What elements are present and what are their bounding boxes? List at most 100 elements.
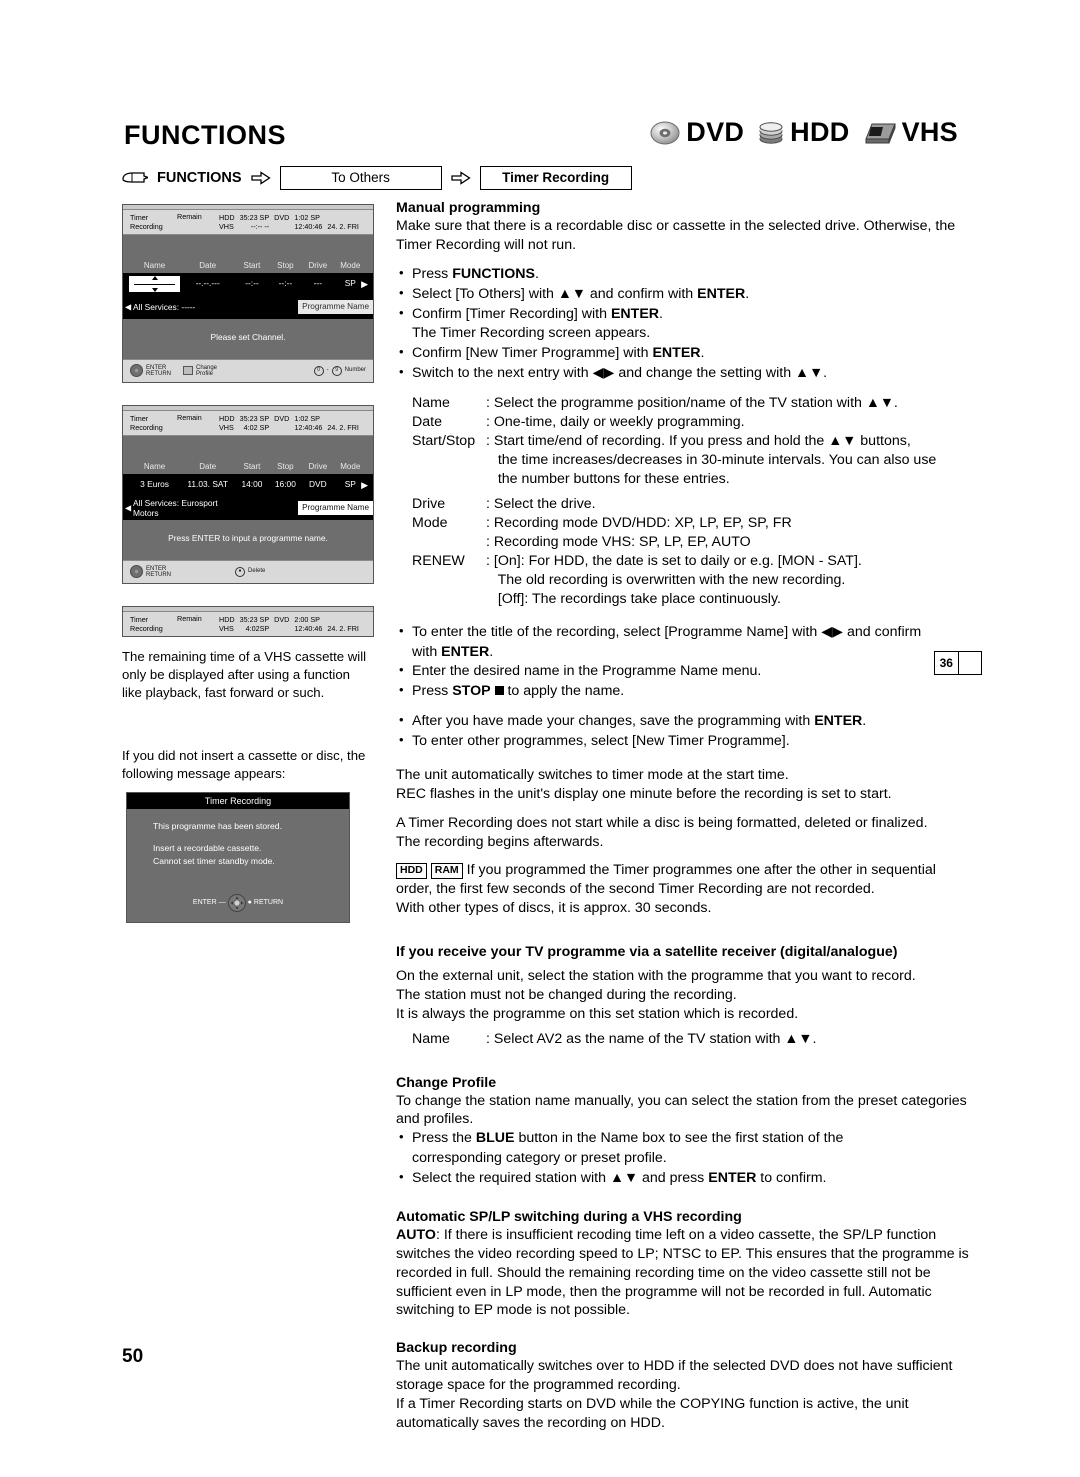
screen1-cell-date[interactable]: --.--.--- xyxy=(180,279,235,289)
row-next-caret-icon[interactable]: ▶ xyxy=(361,480,368,490)
list-item: Press FUNCTIONS. xyxy=(396,264,984,284)
screen1-footer-cp-2: Profile xyxy=(196,370,214,377)
table-row: Name : Select AV2 as the name of the TV … xyxy=(396,1030,816,1049)
timer-mode-line-2: REC flashes in the unit's display one mi… xyxy=(396,785,892,802)
heading-backup-recording: Backup recording xyxy=(396,1340,517,1357)
media-badge-hdd: HDD xyxy=(758,117,849,148)
screen1-name-stepper[interactable] xyxy=(129,276,181,293)
screen2-service-line2: Motors xyxy=(133,508,159,519)
satellite-line-1: On the external unit, select the station… xyxy=(396,968,916,984)
backup-line-1: The unit automatically switches over to … xyxy=(396,1358,953,1394)
satellite-def-value: : Select AV2 as the name of the TV stati… xyxy=(486,1030,817,1047)
breadcrumb-step-timer-recording[interactable]: Timer Recording xyxy=(479,166,632,190)
definition-key xyxy=(396,571,486,590)
definition-value: : Recording mode VHS: SP, LP, EP, AUTO xyxy=(486,534,751,551)
definition-key xyxy=(396,451,486,470)
manual-page: FUNCTIONS DVD HDD VHS FUNCTIONS To Other… xyxy=(0,0,1080,1477)
screen2-dvd-value: 1:02 SP xyxy=(294,413,320,423)
table-row: Name: Select the programme position/name… xyxy=(396,394,936,413)
tag-ram: RAM xyxy=(430,863,463,880)
screen2-col-start: Start xyxy=(243,461,261,471)
screen1-column-headers: Name Date Start Stop Drive Mode xyxy=(123,261,373,273)
definition-value: The old recording is overwritten with th… xyxy=(486,571,846,588)
screen2-cell-stop[interactable]: 16:00 xyxy=(269,480,302,490)
screen1-service-bar: ◀ All Services: ----- Programme Name xyxy=(123,295,373,320)
definition-key: Start/Stop xyxy=(412,432,476,449)
satellite-def-key: Name xyxy=(412,1030,450,1047)
definition-key xyxy=(396,590,486,609)
dialog-line-2: Insert a recordable cassette. xyxy=(153,842,262,853)
definition-value: : Select the programme position/name of … xyxy=(486,395,898,411)
table-row: [Off]: The recordings take place continu… xyxy=(396,590,936,609)
screen2-column-headers: Name Date Start Stop Drive Mode xyxy=(123,462,373,474)
satellite-definition-table: Name : Select AV2 as the name of the TV … xyxy=(396,1030,816,1049)
screen3-hdd-value: 35:23 SP xyxy=(239,614,270,624)
screen2-status-bar: Timer Recording Remain HDD VHS 35:23 SP … xyxy=(123,410,373,436)
screen1-cell-stop[interactable]: --:-- xyxy=(269,279,302,289)
screen2-cell-name[interactable]: 3 Euros xyxy=(129,480,180,490)
timer-mode-line-1: The unit automatically switches to timer… xyxy=(396,766,789,783)
table-row-spacer xyxy=(396,488,936,495)
screen3-vhs-label: VHS xyxy=(219,623,234,633)
screen-dialog-message: Timer Recording This programme has been … xyxy=(126,791,350,923)
screen2-date: 24. 2. FRI xyxy=(327,422,359,432)
screen2-cell-date[interactable]: 11.03. SAT xyxy=(180,480,235,490)
service-prev-caret-icon[interactable]: ◀ xyxy=(125,303,131,312)
screen1-timer-row[interactable]: --.--.--- --:-- --:-- --- SP ▶ xyxy=(123,273,373,296)
screen2-timer-row[interactable]: 3 Euros 11.03. SAT 14:00 16:00 DVD SP ▶ xyxy=(123,474,373,497)
media-badges: DVD HDD VHS xyxy=(650,117,958,148)
definition-key xyxy=(396,470,486,489)
screen1-cell-start[interactable]: --:-- xyxy=(235,279,268,289)
screen2-vhs-label: VHS xyxy=(219,422,234,432)
sequential-note-line-3: With other types of discs, it is approx.… xyxy=(396,900,712,917)
left-note-vhs-remaining: The remaining time of a VHS cassette wil… xyxy=(122,648,367,701)
list-item: Select [To Others] with ▲▼ and confirm w… xyxy=(396,284,984,304)
service-prev-caret-icon[interactable]: ◀ xyxy=(125,504,131,513)
screen2-dvd-label: DVD xyxy=(274,413,290,423)
screen2-col-drive: Drive xyxy=(308,461,328,471)
pointing-hand-icon xyxy=(122,172,148,183)
arrow-right-icon-2 xyxy=(450,171,471,185)
screen1-dvd-value: 1:02 SP xyxy=(294,213,320,222)
vhs-cassette-icon xyxy=(864,123,896,143)
screen2-cell-drive[interactable]: DVD xyxy=(302,480,333,490)
screen3-remain-label: Remain xyxy=(177,613,202,623)
change-profile-bullet-list: Press the BLUE button in the Name box to… xyxy=(396,1128,984,1188)
blue-button-icon xyxy=(183,366,193,376)
screen1-col-name: Name xyxy=(143,261,166,270)
dialog-title: Timer Recording xyxy=(127,792,349,809)
list-item: Enter the desired name in the Programme … xyxy=(396,661,984,681)
screen1-vhs-label: VHS xyxy=(219,222,234,231)
row-next-caret-icon[interactable]: ▶ xyxy=(361,279,368,289)
number-range-dash: - xyxy=(326,367,329,374)
screen1-programme-name-chip[interactable]: Programme Name xyxy=(298,300,373,314)
page-reference-book-icon[interactable]: 36 xyxy=(934,650,982,675)
table-row: The old recording is overwritten with th… xyxy=(396,571,936,590)
sequential-note-line-2: order, the first few seconds of the seco… xyxy=(396,881,875,898)
hdd-stack-icon xyxy=(759,121,783,144)
screen2-programme-name-chip[interactable]: Programme Name xyxy=(298,501,373,515)
screen1-dvd-label: DVD xyxy=(274,213,290,222)
screen1-cell-drive[interactable]: --- xyxy=(302,279,333,289)
screen2-service-line1: All Services: Eurosport xyxy=(133,498,218,509)
table-row: the number buttons for these entries. xyxy=(396,470,936,489)
change-profile-intro: To change the station name manually, you… xyxy=(396,1092,967,1128)
list-item: corresponding category or preset profile… xyxy=(412,1150,667,1167)
list-item: Confirm [Timer Recording] with ENTER. xyxy=(396,304,984,324)
breadcrumb-step-to-others[interactable]: To Others xyxy=(279,166,442,190)
screen1-service-line1: All Services: ----- xyxy=(133,302,196,313)
dialog-body: This programme has been stored. Insert a… xyxy=(127,809,349,868)
list-item: To enter other programmes, select [New T… xyxy=(396,731,984,751)
table-row: Start/Stop : Start time/end of recording.… xyxy=(396,432,936,451)
stepper-up-arrow-icon[interactable] xyxy=(151,276,158,281)
screen3-clock: 12:40:46 xyxy=(294,623,323,633)
definition-value: : Start time/end of recording. If you pr… xyxy=(486,432,911,449)
table-row: RENEW: [On]: For HDD, the date is set to… xyxy=(396,552,936,571)
stepper-down-arrow-icon[interactable] xyxy=(151,288,158,293)
screen2-hint: Press ENTER to input a programme name. xyxy=(168,533,328,544)
page-reference-blank-page xyxy=(959,652,982,674)
screen3-dvd-label: DVD xyxy=(274,614,290,624)
screen1-status-bar: Timer Recording Remain HDD VHS 35:23 SP … xyxy=(123,210,373,235)
screen2-cell-start[interactable]: 14:00 xyxy=(235,480,268,490)
auto-splp-body: AUTO: If there is insufficient recoding … xyxy=(396,1226,969,1319)
